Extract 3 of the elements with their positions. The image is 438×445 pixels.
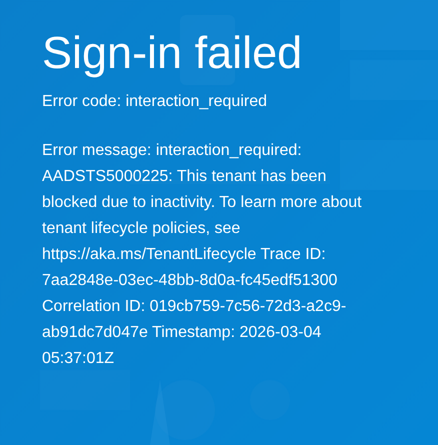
page-title: Sign-in failed: [42, 26, 304, 80]
error-message: Error message: interaction_required: AADSTS5000225: This tenant has been blocked due to inactivity. To learn more about tenant lifecycle policies, see https://aka.ms/TenantLifecycle Trace ID: 7aa2848e-03ec-48bb-8d0a-fc45edf51300 Correlation ID: 019cb759-7c56-72d3-a2c9-ab91dc7d047e Timestamp: 2026-03-04 05:37:01Z: [42, 141, 363, 369]
error-code: Error code: interaction_required: [42, 92, 268, 112]
